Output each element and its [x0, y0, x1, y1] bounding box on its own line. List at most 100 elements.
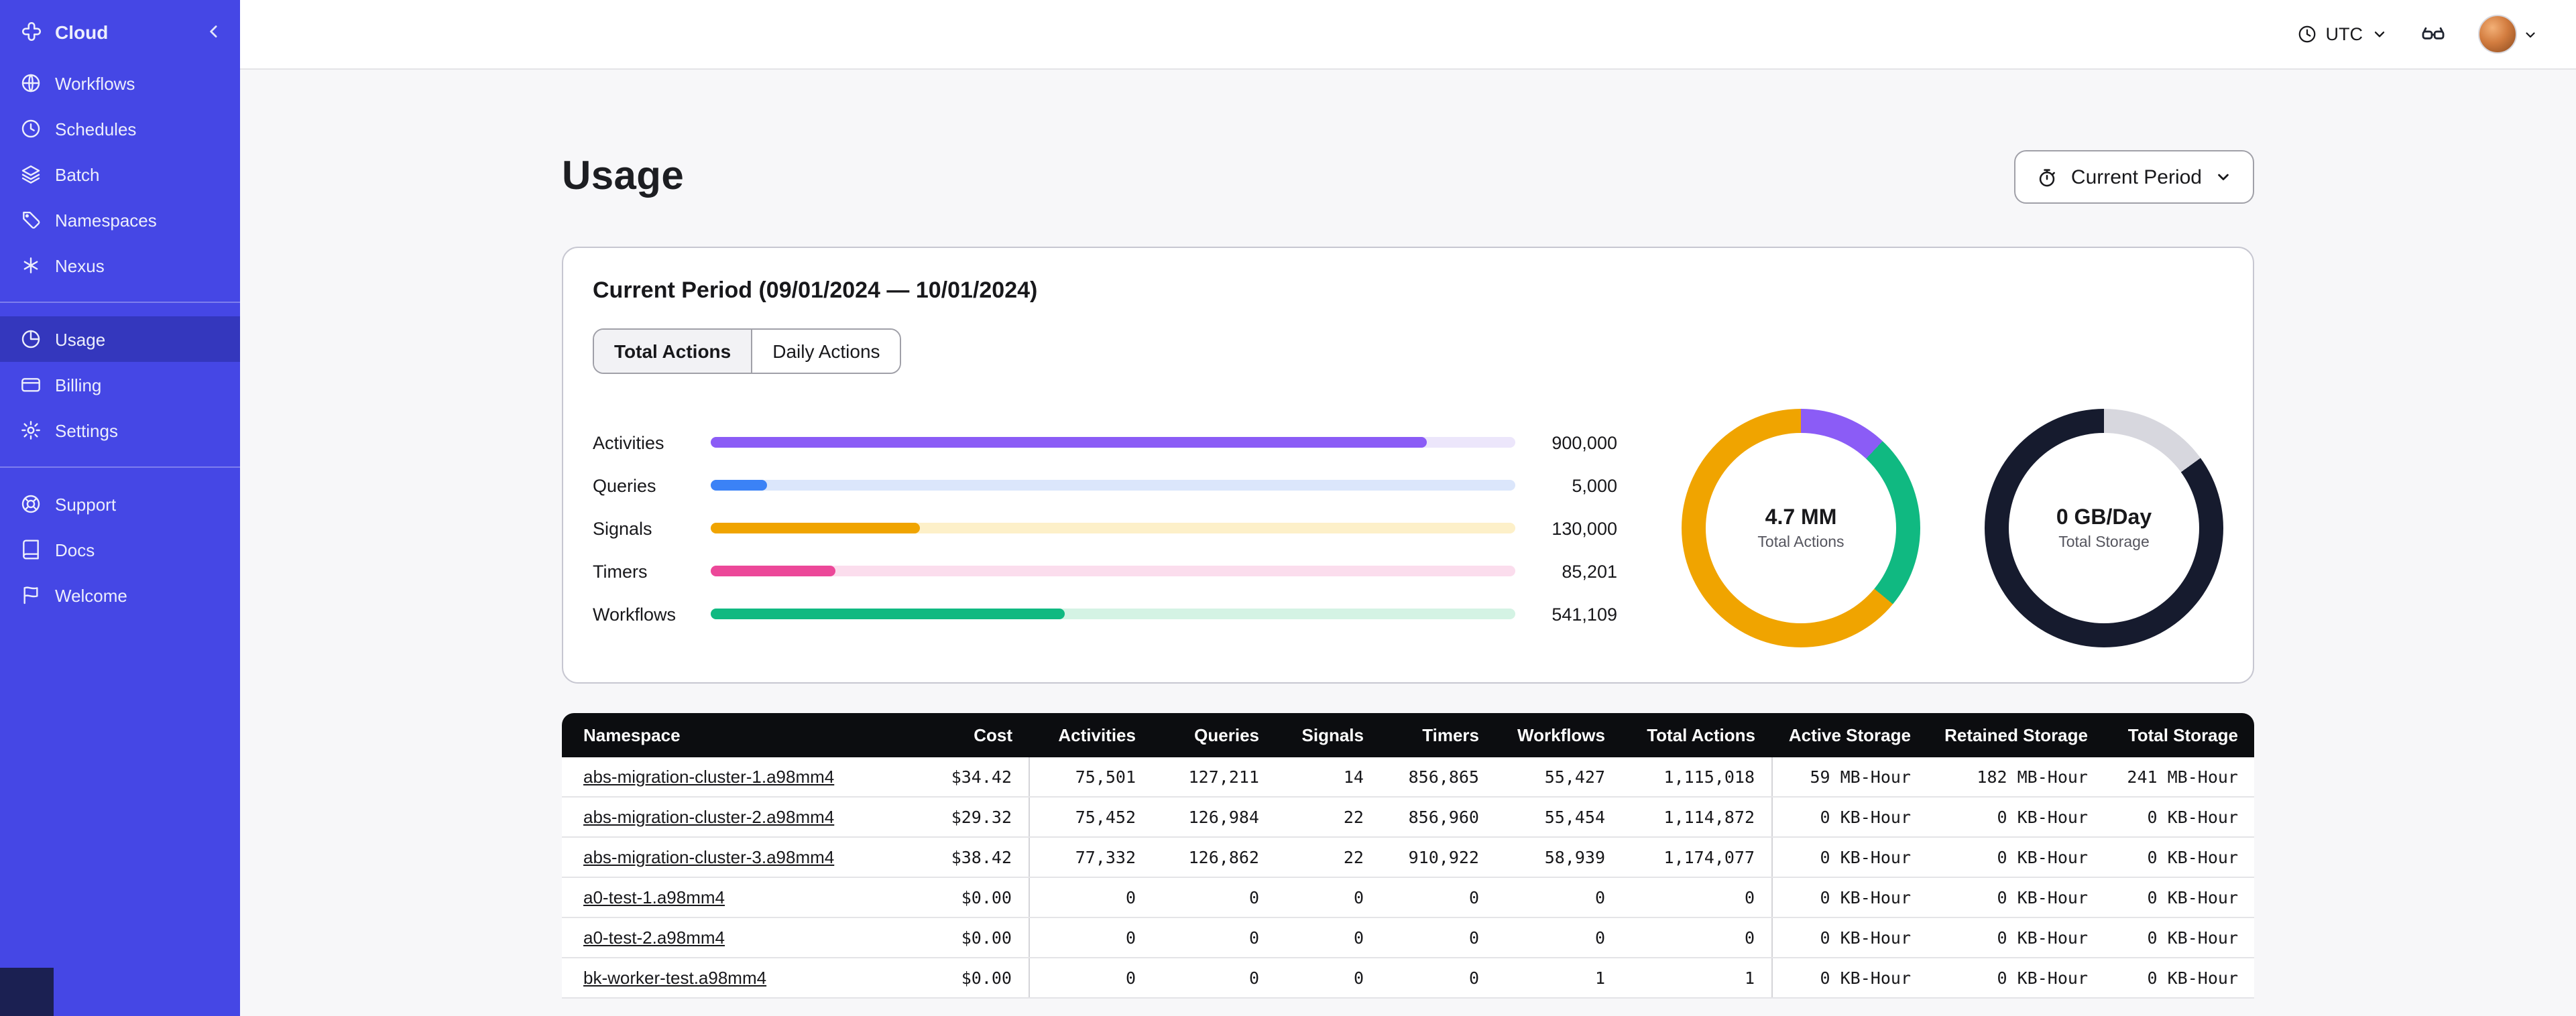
sidebar-item-label: Docs — [55, 539, 95, 560]
sidebar-item-welcome[interactable]: Welcome — [0, 572, 240, 618]
bar-fill — [711, 566, 835, 576]
welcome-icon — [20, 584, 42, 606]
period-selector-button[interactable]: Current Period — [2014, 150, 2254, 204]
app: Cloud Workflows Schedules Batch Namespaces N… — [0, 0, 2576, 1016]
sidebar-item-docs[interactable]: Docs — [0, 527, 240, 572]
bar-value: 130,000 — [1552, 518, 1617, 538]
bar-label: Workflows — [593, 604, 677, 624]
cell-active_storage: 0 KB-Hour — [1771, 917, 1927, 958]
cell-active_storage: 0 KB-Hour — [1771, 877, 1927, 918]
bar-track — [711, 609, 1515, 619]
usage-table: Namespace Cost Activities Queries Signals Tim… — [562, 713, 2254, 999]
tab-daily-actions[interactable]: Daily Actions — [752, 330, 900, 373]
sidebar-item-label: Welcome — [55, 585, 127, 605]
sidebar-item-label: Settings — [55, 420, 118, 440]
sidebar-item-namespaces[interactable]: Namespaces — [0, 197, 240, 243]
cell-workflows: 0 — [1495, 917, 1621, 958]
sidebar-item-batch[interactable]: Batch — [0, 151, 240, 197]
sidebar-collapse-button[interactable] — [204, 21, 224, 42]
cell-active_storage: 0 KB-Hour — [1771, 958, 1927, 999]
cell-retained_storage: 0 KB-Hour — [1927, 837, 2104, 878]
namespace-cell: a0-test-1.a98mm4 — [562, 877, 908, 918]
sidebar-item-schedules[interactable]: Schedules — [0, 106, 240, 151]
cell-timers: 856,865 — [1380, 757, 1495, 798]
sidebar-item-settings[interactable]: Settings — [0, 407, 240, 453]
bar-fill — [711, 480, 767, 491]
cell-cost: $0.00 — [908, 917, 1029, 958]
bar-row-signals: Signals 130,000 — [593, 516, 1617, 540]
bar-row-activities: Activities 900,000 — [593, 430, 1617, 454]
avatar[interactable] — [2478, 15, 2517, 54]
goggles-button[interactable] — [2420, 21, 2446, 47]
actions-tab-group: Total Actions Daily Actions — [593, 328, 902, 374]
topbar: UTC — [240, 0, 2576, 70]
namespace-link[interactable]: abs-migration-cluster-3.a98mm4 — [583, 847, 834, 867]
page-header: Usage Current Period — [562, 150, 2254, 204]
namespaces-icon — [20, 209, 42, 231]
cell-queries: 0 — [1152, 917, 1275, 958]
cell-signals: 0 — [1275, 958, 1380, 999]
chevron-down-icon — [2522, 26, 2538, 42]
table-row: abs-migration-cluster-2.a98mm4 $29.32 75,4… — [562, 797, 2254, 838]
cell-timers: 856,960 — [1380, 797, 1495, 838]
bar-track — [711, 523, 1515, 533]
billing-icon — [20, 374, 42, 395]
sidebar-item-support[interactable]: Support — [0, 481, 240, 527]
table-row: a0-test-1.a98mm4 $0.00 0 0 0 0 0 0 0 KB-Hour 0 KB… — [562, 877, 2254, 918]
sidebar-item-label: Namespaces — [55, 210, 157, 230]
sidebar-item-usage[interactable]: Usage — [0, 316, 240, 362]
sidebar-item-workflows[interactable]: Workflows — [0, 60, 240, 106]
cell-active_storage: 0 KB-Hour — [1771, 837, 1927, 878]
cell-cost: $29.32 — [908, 797, 1029, 838]
sidebar-item-label: Workflows — [55, 73, 135, 93]
sidebar-item-billing[interactable]: Billing — [0, 362, 240, 407]
sidebar-item-nexus[interactable]: Nexus — [0, 243, 240, 288]
bar-value: 541,109 — [1552, 604, 1617, 624]
bar-fill — [711, 437, 1427, 448]
table-row: abs-migration-cluster-3.a98mm4 $38.42 77,3… — [562, 837, 2254, 878]
sidebar-item-label: Usage — [55, 329, 106, 349]
cell-total_actions: 1 — [1621, 958, 1772, 999]
docs-icon — [20, 539, 42, 560]
period-selector-label: Current Period — [2070, 166, 2202, 188]
cell-total_actions: 0 — [1621, 877, 1772, 918]
user-menu[interactable] — [2478, 15, 2538, 54]
cell-queries: 0 — [1152, 958, 1275, 999]
namespace-link[interactable]: bk-worker-test.a98mm4 — [583, 968, 766, 988]
namespace-link[interactable]: a0-test-2.a98mm4 — [583, 928, 725, 948]
bar-track — [711, 566, 1515, 576]
cell-workflows: 55,427 — [1495, 757, 1621, 798]
cell-activities: 75,452 — [1029, 797, 1152, 838]
col-header-retained_storage: Retained Storage — [1927, 713, 2104, 757]
schedules-icon — [20, 118, 42, 139]
cell-activities: 0 — [1029, 877, 1152, 918]
cell-queries: 127,211 — [1152, 757, 1275, 798]
table-row: a0-test-2.a98mm4 $0.00 0 0 0 0 0 0 0 KB-Hour 0 KB… — [562, 917, 2254, 958]
page-title: Usage — [562, 154, 685, 198]
bar-track — [711, 437, 1515, 448]
bar-label: Queries — [593, 475, 656, 495]
bar-row-workflows: Workflows 541,109 — [593, 602, 1617, 626]
bar-row-queries: Queries 5,000 — [593, 473, 1617, 497]
sidebar-item-label: Nexus — [55, 255, 105, 275]
bar-value: 900,000 — [1552, 432, 1617, 452]
sidebar-header: Cloud — [0, 0, 240, 60]
cell-total_storage: 241 MB-Hour — [2104, 757, 2254, 798]
cell-total_storage: 0 KB-Hour — [2104, 877, 2254, 918]
timezone-selector[interactable]: UTC — [2298, 24, 2389, 44]
cell-total_storage: 0 KB-Hour — [2104, 917, 2254, 958]
namespace-link[interactable]: a0-test-1.a98mm4 — [583, 887, 725, 907]
cell-retained_storage: 0 KB-Hour — [1927, 917, 2104, 958]
cell-activities: 0 — [1029, 917, 1152, 958]
cell-cost: $0.00 — [908, 877, 1029, 918]
donut-center: 4.7 MM Total Actions — [1682, 409, 1920, 647]
cell-total_actions: 1,114,872 — [1621, 797, 1772, 838]
namespace-link[interactable]: abs-migration-cluster-1.a98mm4 — [583, 767, 834, 787]
cell-queries: 126,862 — [1152, 837, 1275, 878]
cell-retained_storage: 0 KB-Hour — [1927, 958, 2104, 999]
cell-workflows: 1 — [1495, 958, 1621, 999]
sidebar: Cloud Workflows Schedules Batch Namespaces N… — [0, 0, 240, 1016]
namespace-link[interactable]: abs-migration-cluster-2.a98mm4 — [583, 807, 834, 827]
usage-icon — [20, 328, 42, 350]
tab-total-actions[interactable]: Total Actions — [594, 330, 753, 373]
